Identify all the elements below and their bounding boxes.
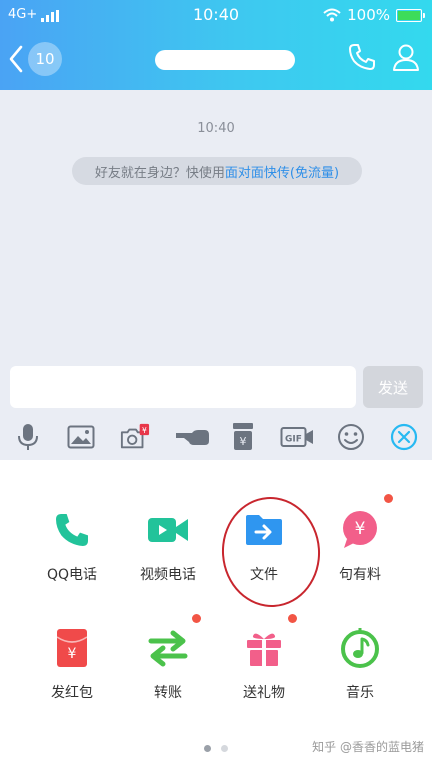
app-label: 视频电话 (140, 567, 196, 583)
back-button[interactable]: 10 (8, 42, 62, 76)
chat-nav-bar: 10 (0, 30, 432, 90)
watermark: 知乎 @香香的蓝电猪 (312, 740, 424, 754)
app-music[interactable]: 音乐 (306, 626, 414, 702)
emoji-button[interactable] (336, 422, 366, 452)
svg-text:¥: ¥ (240, 435, 247, 448)
app-label: 转账 (154, 685, 182, 701)
app-qq-call[interactable]: QQ电话 (18, 508, 126, 584)
wallet-icon: ¥ (233, 423, 253, 450)
photo-button[interactable] (66, 422, 96, 452)
video-camera-icon (148, 518, 188, 542)
app-red-packet[interactable]: ¥ 发红包 (18, 626, 126, 702)
status-right: 100% (323, 6, 425, 24)
new-dot-badge (288, 614, 297, 623)
transfer-arrows-icon (148, 630, 188, 667)
red-packet-icon: ¥ (56, 629, 88, 667)
unread-count-badge: 10 (28, 42, 62, 76)
poke-button[interactable] (174, 422, 210, 452)
app-video-call[interactable]: 视频电话 (114, 508, 222, 584)
gift-icon (247, 633, 281, 666)
app-juyouliao[interactable]: ¥ 句有料 (306, 494, 414, 584)
input-bar: 发送 (0, 358, 432, 414)
system-tip: 好友就在身边？快使用 面对面快传(免流量) (72, 157, 362, 185)
status-bar: 4G+ 10:40 100% (0, 0, 432, 30)
mic-icon (18, 424, 38, 450)
svg-text:GIF: GIF (285, 435, 302, 445)
wallet-button[interactable]: ¥ (228, 422, 258, 452)
header: 4G+ 10:40 100% 10 (0, 0, 432, 90)
chat-area[interactable]: 10:40 好友就在身边？快使用 面对面快传(免流量) (0, 90, 432, 358)
yen-glyph: ¥ (68, 646, 77, 662)
app-label: 音乐 (346, 685, 374, 701)
gif-icon: GIF (280, 427, 313, 447)
input-toolbar: ¥ ¥ GIF (0, 414, 432, 460)
app-label: 句有料 (339, 567, 381, 583)
new-dot-badge (384, 494, 393, 503)
poke-icon (176, 430, 209, 445)
face-to-face-transfer-link[interactable]: 面对面快传(免流量) (225, 162, 339, 181)
tip-text: 好友就在身边？快使用 (94, 165, 225, 181)
camera-button[interactable]: ¥ (120, 422, 150, 452)
app-label: 送礼物 (243, 685, 285, 701)
chevron-left-icon (9, 45, 23, 73)
wifi-icon (323, 8, 341, 22)
app-gift[interactable]: 送礼物 (210, 614, 318, 702)
profile-icon[interactable] (392, 42, 420, 72)
contact-name-redacted[interactable] (155, 50, 295, 70)
close-panel-button[interactable] (389, 422, 419, 452)
app-label: 发红包 (51, 685, 93, 701)
page-dot (221, 745, 228, 752)
red-packet-badge-glyph: ¥ (142, 426, 147, 435)
close-icon (390, 423, 418, 451)
app-label: QQ电话 (46, 567, 98, 583)
app-transfer[interactable]: 转账 (114, 614, 222, 702)
voice-button[interactable] (13, 422, 43, 452)
battery-icon (396, 8, 425, 22)
phone-icon[interactable] (347, 42, 377, 72)
phone-call-icon (56, 514, 88, 546)
image-icon (67, 425, 95, 449)
music-icon (341, 628, 379, 668)
battery-percent: 100% (347, 6, 390, 24)
plus-panel: QQ电话 视频电话 文件 ¥ 句有料 ¥ 发红包 转账 送礼物 音乐 (0, 460, 432, 768)
message-input[interactable] (10, 366, 356, 408)
yen-glyph: ¥ (355, 519, 366, 539)
page-dot-active (204, 745, 211, 752)
gif-button[interactable]: GIF (280, 422, 314, 452)
new-dot-badge (192, 614, 201, 623)
send-button[interactable]: 发送 (363, 366, 423, 408)
emoji-icon (338, 424, 364, 450)
message-timestamp: 10:40 (197, 121, 235, 136)
red-packet-camera-icon: ¥ (120, 423, 150, 449)
yen-bubble-icon: ¥ (343, 511, 377, 548)
